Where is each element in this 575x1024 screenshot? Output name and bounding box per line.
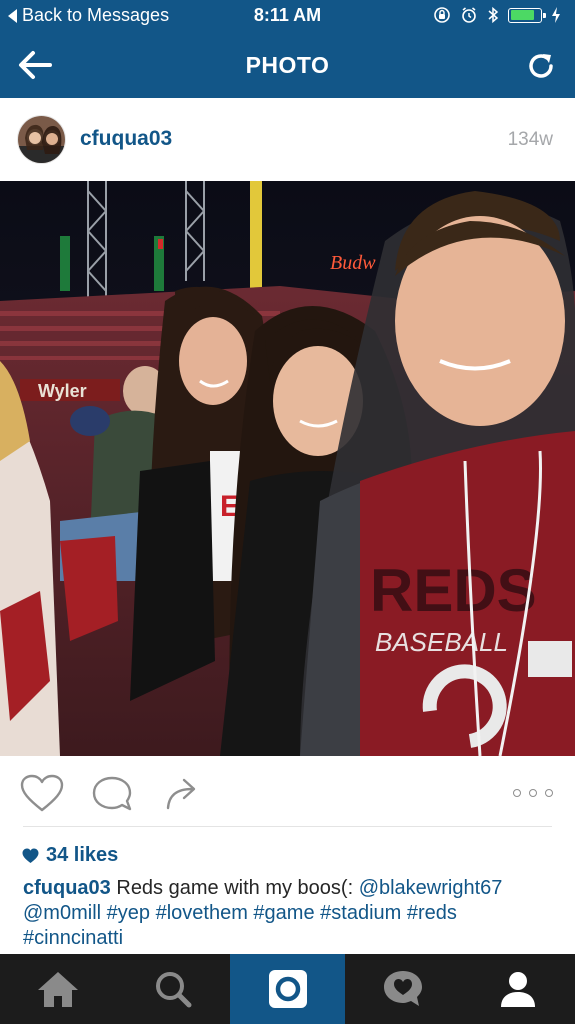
charging-bolt-icon [552,7,560,23]
orientation-lock-icon [434,7,450,23]
likes-count[interactable]: 34 likes [22,844,118,867]
comment-button[interactable] [92,774,136,814]
shirt-reds-text: REDS [370,557,537,624]
like-button[interactable] [20,774,64,814]
mention-link[interactable]: @m0mill [23,902,101,924]
budweiser-sign: Budw [330,252,376,274]
shirt-baseball-text: BASEBALL [375,627,508,657]
hashtag-link[interactable]: #cinncinatti [23,927,123,949]
hashtag-link[interactable]: #stadium [320,902,401,924]
top-bar: Back to Messages 8:11 AM PHOTO [0,0,575,98]
more-dot-icon [529,789,537,797]
hashtag-link[interactable]: #reds [407,902,457,924]
nav-header: PHOTO [0,32,575,98]
battery-icon [508,7,546,23]
mention-link[interactable]: @blakewright67 [359,877,503,899]
bottom-tab-bar [0,954,575,1024]
page-title: PHOTO [245,52,330,78]
more-dot-icon [513,789,521,797]
hashtag-link[interactable]: #lovethem [156,902,248,924]
post-photo[interactable]: Budw Wyler E REDS BASEBALL [0,181,575,756]
heart-outline-icon [20,774,64,812]
post-actions [0,756,575,826]
post-caption: cfuqua03 Reds game with my boos(: @blake… [23,876,553,951]
battery-fill [510,10,534,20]
avatar[interactable] [17,115,66,164]
hashtag-link[interactable]: #game [253,902,314,924]
caption-username[interactable]: cfuqua03 [23,877,111,899]
status-icons [433,6,561,24]
status-bar: Back to Messages 8:11 AM [0,0,575,32]
likes-label: 34 likes [46,844,119,866]
alarm-icon [462,7,476,23]
camera-icon [268,970,307,1008]
search-icon [155,972,191,1008]
comment-bubble-icon [92,776,132,811]
actions-divider [23,826,552,827]
post-username[interactable]: cfuqua03 [80,127,172,151]
tab-search[interactable] [115,954,230,1024]
wyler-sign: Wyler [38,381,87,401]
caption-text: Reds game with my boos(: [110,877,359,899]
photo-image: Budw Wyler E REDS BASEBALL [0,181,575,756]
post-timestamp: 134w [507,129,553,150]
more-options-button[interactable] [513,786,553,800]
bluetooth-icon [488,6,499,24]
tab-profile[interactable] [460,954,575,1024]
avatar-image [18,116,65,163]
share-arrow-icon [166,778,196,810]
home-icon [37,972,78,1007]
tab-activity[interactable] [345,954,460,1024]
more-dot-icon [545,789,553,797]
tab-home[interactable] [0,954,115,1024]
profile-icon [500,972,535,1007]
hashtag-link[interactable]: #yep [107,902,150,924]
heart-filled-icon [22,848,39,863]
tab-camera[interactable] [230,954,345,1024]
heart-bubble-icon [383,971,422,1006]
share-button[interactable] [162,774,206,814]
post-header: cfuqua03 134w [0,98,575,181]
refresh-button[interactable] [521,46,561,86]
refresh-icon [529,54,553,78]
